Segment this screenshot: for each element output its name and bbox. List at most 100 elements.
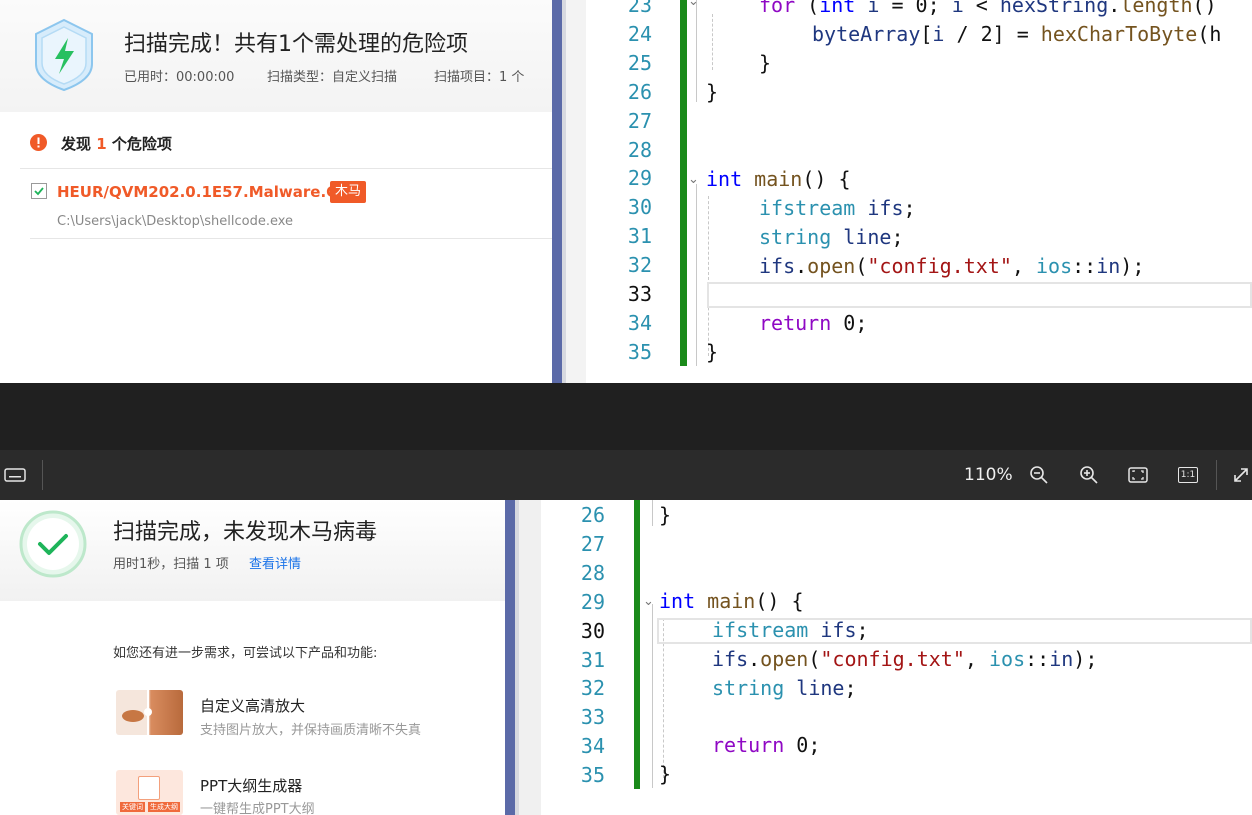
image-viewer-toolbar: 110% 1:1 bbox=[0, 450, 1252, 500]
window-border bbox=[505, 500, 541, 815]
outline-guide bbox=[652, 604, 653, 788]
line-number: 29 bbox=[580, 589, 605, 614]
code-line-30: ifstream ifs; bbox=[759, 196, 916, 220]
code-line-26: } bbox=[706, 80, 719, 104]
keyboard-icon[interactable] bbox=[0, 450, 30, 500]
thumbnail-tag: 关键词 bbox=[120, 802, 145, 812]
product-description: 一键帮生成PPT大纲 bbox=[200, 802, 315, 815]
outline-guide bbox=[696, 184, 697, 366]
outline-guide bbox=[652, 500, 653, 526]
scan-type: 扫描类型：自定义扫描 bbox=[267, 70, 398, 85]
code-editor-top[interactable]: 23 24 25 26 27 28 29 30 31 32 33 34 35 ⌄ ⌄ for (int … bbox=[586, 0, 1252, 383]
line-number: 30 bbox=[580, 618, 605, 643]
thumbnail-image bbox=[122, 710, 144, 722]
line-number: 31 bbox=[627, 224, 652, 249]
line-number: 35 bbox=[627, 339, 652, 364]
found-prefix: 发现 bbox=[61, 135, 92, 153]
divider bbox=[20, 168, 552, 169]
threat-checkbox[interactable] bbox=[31, 183, 47, 199]
divider bbox=[30, 238, 552, 239]
line-number: 35 bbox=[580, 763, 605, 788]
indent-guide bbox=[712, 14, 713, 70]
line-number: 24 bbox=[627, 21, 652, 46]
code-line-35: } bbox=[659, 762, 672, 786]
warning-icon bbox=[30, 134, 47, 151]
code-line-32: ifs.open("config.txt", ios::in); bbox=[759, 254, 1145, 278]
product-description: 支持图片放大，并保持画质清晰不失真 bbox=[200, 723, 422, 738]
indent-guide bbox=[708, 196, 709, 356]
actual-size-label: 1:1 bbox=[1177, 467, 1199, 483]
compare-handle bbox=[144, 708, 152, 716]
code-line-32: string line; bbox=[712, 676, 857, 700]
code-line-25: } bbox=[759, 51, 772, 75]
danger-count-heading: 发现 1 个危险项 bbox=[61, 133, 172, 154]
line-number: 29 bbox=[627, 166, 652, 191]
code-line-26: } bbox=[659, 503, 672, 527]
product-thumbnail[interactable] bbox=[116, 690, 183, 735]
line-number: 25 bbox=[627, 50, 652, 75]
change-tracking-bar bbox=[680, 0, 687, 366]
threat-name[interactable]: HEUR/QVM202.0.1E57.Malware.Gen bbox=[57, 183, 359, 201]
success-check-icon bbox=[19, 510, 87, 578]
code-line-31: string line; bbox=[759, 225, 904, 249]
zoom-level: 110% bbox=[964, 465, 1013, 485]
top-screenshot-pane: 扫描完成！共有1个需处理的危险项 已用时：00:00:00 扫描类型：自定义扫描… bbox=[0, 0, 1252, 383]
code-editor-bottom[interactable]: 26 27 28 29 30 31 32 33 34 35 ⌄ } int main() { if… bbox=[541, 500, 1252, 815]
found-suffix: 个危险项 bbox=[111, 135, 172, 153]
scan-summary: 用时1秒，扫描 1 项 bbox=[113, 557, 229, 572]
threat-file-path: C:\Users\jack\Desktop\shellcode.exe bbox=[57, 214, 294, 229]
checkmark-icon bbox=[34, 187, 44, 196]
line-number: 33 bbox=[580, 705, 605, 730]
line-number: 31 bbox=[580, 647, 605, 672]
found-count: 1 bbox=[96, 135, 107, 153]
code-line-23: for (int i = 0; i < hexString.length() bbox=[759, 0, 1217, 17]
scan-items: 扫描项目：1 个 bbox=[434, 70, 525, 85]
code-line-29: int main() { bbox=[659, 589, 804, 613]
window-border bbox=[552, 0, 586, 383]
outline-guide bbox=[696, 0, 697, 102]
thumbnail-tag: 生成大纲 bbox=[148, 802, 180, 812]
line-number: 28 bbox=[580, 560, 605, 585]
product-name[interactable]: 自定义高清放大 bbox=[200, 695, 305, 716]
elapsed-time: 已用时：00:00:00 bbox=[124, 70, 235, 85]
code-line-34: return 0; bbox=[759, 311, 868, 335]
change-tracking-bar bbox=[634, 500, 640, 789]
collapse-chevron-icon[interactable]: ⌄ bbox=[688, 0, 699, 9]
code-line-29: int main() { bbox=[706, 167, 851, 191]
toolbar-divider bbox=[42, 460, 43, 490]
suggestion-text: 如您还有进一步需求，可尝试以下产品和功能: bbox=[113, 646, 378, 661]
antivirus-scan-result-panel: 扫描完成，未发现木马病毒 用时1秒，扫描 1 项 查看详情 如您还有进一步需求，… bbox=[0, 500, 505, 815]
scan-result-title: 扫描完成！共有1个需处理的危险项 bbox=[124, 32, 468, 57]
zoom-out-icon[interactable] bbox=[1026, 450, 1052, 500]
line-number: 32 bbox=[627, 253, 652, 278]
code-line-31: ifs.open("config.txt", ios::in); bbox=[712, 647, 1098, 671]
product-thumbnail[interactable]: 关键词 生成大纲 bbox=[116, 770, 183, 815]
code-line-30: ifstream ifs; bbox=[712, 618, 869, 642]
line-number: 26 bbox=[580, 503, 605, 527]
collapse-chevron-icon[interactable]: ⌄ bbox=[688, 172, 699, 187]
line-number: 33 bbox=[627, 282, 652, 306]
zoom-in-icon[interactable] bbox=[1076, 450, 1102, 500]
line-number: 30 bbox=[627, 195, 652, 220]
shield-lightning-icon bbox=[35, 18, 93, 92]
line-number: 27 bbox=[627, 108, 652, 133]
fit-to-window-icon[interactable] bbox=[1125, 450, 1151, 500]
toolbar-divider bbox=[1216, 460, 1217, 490]
fullscreen-icon[interactable] bbox=[1230, 450, 1252, 500]
trojan-tag-badge: 木马 bbox=[330, 181, 367, 203]
product-name[interactable]: PPT大纲生成器 bbox=[200, 775, 302, 796]
antivirus-scan-result-panel: 扫描完成！共有1个需处理的危险项 已用时：00:00:00 扫描类型：自定义扫描… bbox=[0, 0, 552, 383]
line-number: 26 bbox=[627, 79, 652, 104]
code-line-24: byteArray[i / 2] = hexCharToByte(h bbox=[812, 22, 1222, 46]
line-number: 27 bbox=[580, 531, 605, 556]
code-line-34: return 0; bbox=[712, 733, 821, 757]
view-details-link[interactable]: 查看详情 bbox=[249, 553, 301, 572]
bottom-screenshot-pane: 扫描完成，未发现木马病毒 用时1秒，扫描 1 项 查看详情 如您还有进一步需求，… bbox=[0, 500, 1252, 815]
line-number: 34 bbox=[580, 734, 605, 759]
line-number: 23 bbox=[627, 0, 652, 17]
code-line-35: } bbox=[706, 340, 719, 364]
collapse-chevron-icon[interactable]: ⌄ bbox=[643, 594, 654, 609]
line-number: 34 bbox=[627, 310, 652, 335]
actual-size-icon[interactable]: 1:1 bbox=[1175, 450, 1201, 500]
line-number: 32 bbox=[580, 676, 605, 701]
